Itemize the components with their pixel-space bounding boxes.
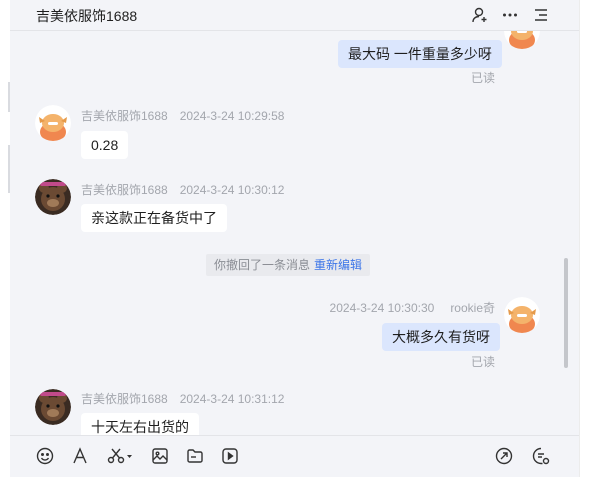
more-icon[interactable] xyxy=(500,5,520,25)
image-icon[interactable] xyxy=(150,446,170,466)
contact-avatar[interactable] xyxy=(35,179,71,215)
my-avatar[interactable] xyxy=(504,297,540,333)
message-time: 2024-3-24 10:30:30 xyxy=(329,301,435,315)
message-meta: 吉美依服饰1688 2024-3-24 10:30:12 xyxy=(81,181,284,198)
folder-icon[interactable] xyxy=(185,446,205,466)
chat-window: 吉美依服饰1688 最大码 一件重量多少呀 已读 吉美依服饰1688 2024-… xyxy=(10,0,579,477)
my-avatar[interactable] xyxy=(504,31,540,49)
message-bubble[interactable]: 0.28 xyxy=(81,131,129,159)
recall-text: 你撤回了一条消息 xyxy=(214,258,311,272)
contact-avatar[interactable] xyxy=(35,105,71,141)
sender-name: 吉美依服饰1688 xyxy=(81,392,168,406)
video-icon[interactable] xyxy=(220,446,240,466)
message-list[interactable]: 最大码 一件重量多少呀 已读 吉美依服饰1688 2024-3-24 10:29:… xyxy=(10,31,579,435)
message-meta: 2024-3-24 10:30:30 rookie奇 xyxy=(330,299,495,316)
message-meta: 吉美依服饰1688 2024-3-24 10:31:12 xyxy=(81,390,284,407)
scissors-icon[interactable] xyxy=(106,446,134,466)
read-status: 已读 xyxy=(471,355,496,369)
chat-header: 吉美依服饰1688 xyxy=(10,0,579,31)
input-toolbar xyxy=(10,435,579,477)
add-contact-icon[interactable] xyxy=(470,5,490,25)
re-edit-link[interactable]: 重新编辑 xyxy=(314,258,362,272)
message-meta: 吉美依服饰1688 2024-3-24 10:29:58 xyxy=(81,107,284,124)
message-time: 2024-3-24 10:31:12 xyxy=(179,392,285,406)
emoji-icon[interactable] xyxy=(35,446,55,466)
message-time: 2024-3-24 10:30:12 xyxy=(179,183,285,197)
chat-history-icon[interactable] xyxy=(531,446,551,466)
message-bubble[interactable]: 亲这款正在备货中了 xyxy=(81,204,227,232)
font-icon[interactable] xyxy=(70,446,90,466)
chat-title: 吉美依服饰1688 xyxy=(36,8,138,24)
sender-name: rookie奇 xyxy=(450,301,495,315)
right-panel-edge xyxy=(579,0,589,477)
sender-name: 吉美依服饰1688 xyxy=(81,183,168,197)
message-bubble[interactable]: 十天左右出货的 xyxy=(81,413,199,435)
read-status: 已读 xyxy=(471,71,496,85)
contact-avatar[interactable] xyxy=(35,389,71,425)
message-bubble[interactable]: 最大码 一件重量多少呀 xyxy=(338,40,502,68)
message-bubble[interactable]: 大概多久有货呀 xyxy=(382,323,500,351)
quick-reply-icon[interactable] xyxy=(494,446,514,466)
menu-icon[interactable] xyxy=(531,5,551,25)
message-scrollbar[interactable] xyxy=(564,258,568,368)
message-time: 2024-3-24 10:29:58 xyxy=(179,109,285,123)
recall-notice: 你撤回了一条消息 重新编辑 xyxy=(206,254,371,276)
left-panel-edge xyxy=(0,0,10,477)
sender-name: 吉美依服饰1688 xyxy=(81,109,168,123)
